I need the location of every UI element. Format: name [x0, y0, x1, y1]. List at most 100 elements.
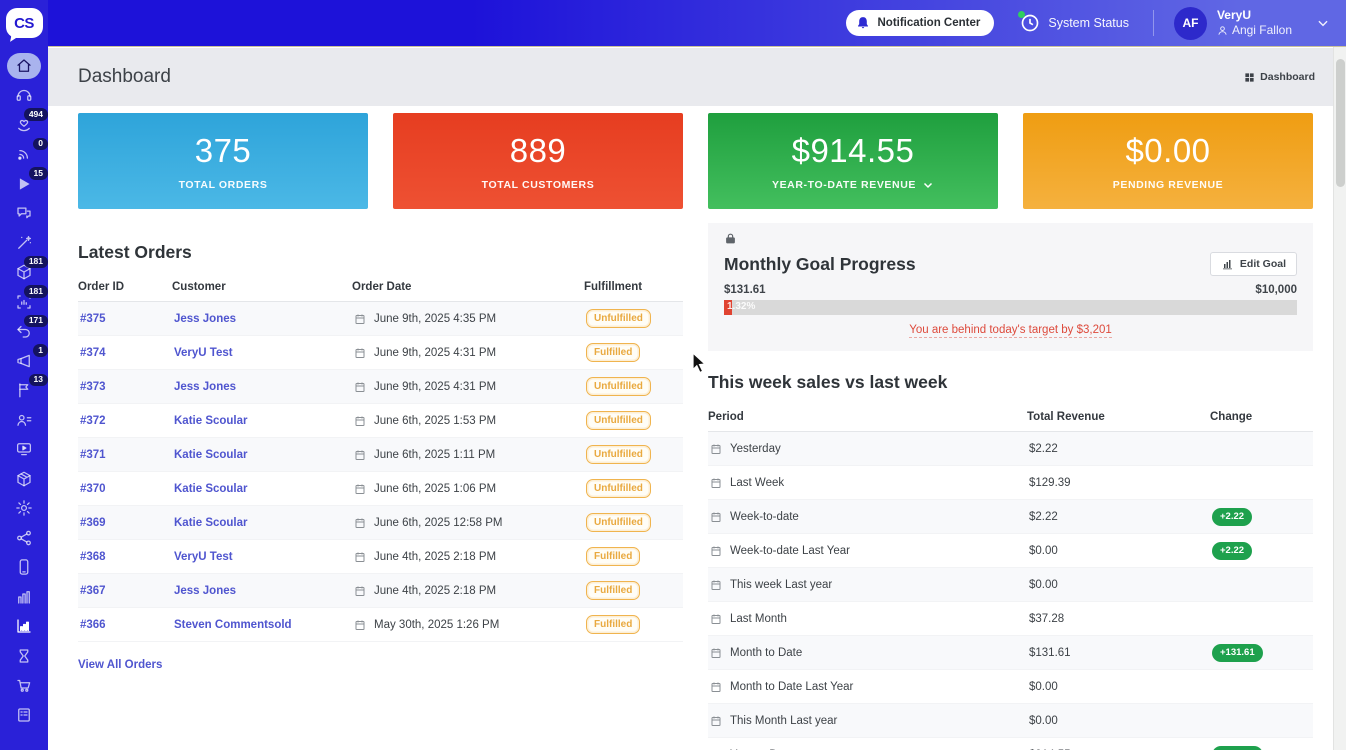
period-label: This week Last year	[730, 579, 832, 591]
order-row: #372Katie ScoularJune 6th, 2025 1:53 PMU…	[78, 404, 683, 438]
stat-value: $0.00	[1125, 132, 1210, 170]
reports-icon	[15, 617, 33, 635]
sidebar-item-waitlist[interactable]	[6, 641, 42, 671]
period-row: Last Week$129.39	[708, 466, 1313, 500]
order-row: #367Jess JonesJune 4th, 2025 2:18 PMFulf…	[78, 574, 683, 608]
order-id-link[interactable]: #368	[80, 551, 106, 563]
sidebar-item-goals[interactable]: 13	[6, 376, 42, 406]
monthly-goal-title: Monthly Goal Progress	[724, 254, 916, 275]
customer-link[interactable]: Katie Scoular	[174, 517, 248, 529]
calendar-icon	[354, 415, 366, 427]
grid-icon	[1244, 72, 1255, 83]
customer-link[interactable]: Steven Commentsold	[174, 619, 292, 631]
page-title: Dashboard	[78, 66, 171, 88]
customer-link[interactable]: Jess Jones	[174, 313, 236, 325]
order-id-link[interactable]: #369	[80, 517, 106, 529]
calendar-icon	[710, 647, 722, 659]
period-label: Yesterday	[730, 443, 781, 455]
chevron-down-icon[interactable]	[1316, 16, 1330, 30]
week-sales-title: This week sales vs last week	[708, 372, 1313, 393]
chevron-down-icon[interactable]	[922, 179, 934, 191]
sidebar-item-home[interactable]	[6, 51, 42, 81]
breadcrumb[interactable]: Dashboard	[1244, 71, 1315, 83]
sidebar-item-messages[interactable]	[6, 199, 42, 229]
mobile-app-icon	[15, 558, 33, 576]
sidebar-badge: 1	[33, 344, 48, 357]
bar-chart-icon	[1221, 258, 1234, 270]
customer-link[interactable]: Jess Jones	[174, 585, 236, 597]
user-name: Angi Fallon	[1232, 23, 1292, 38]
sidebar-item-live[interactable]: 0	[6, 140, 42, 170]
customer-link[interactable]: VeryU Test	[174, 551, 233, 563]
fulfillment-badge: Unfulfilled	[586, 411, 651, 430]
sidebar-item-replays[interactable]: 15	[6, 169, 42, 199]
period-revenue: $2.22	[1027, 511, 1210, 523]
customer-link[interactable]: Katie Scoular	[174, 415, 248, 427]
order-id-link[interactable]: #372	[80, 415, 106, 427]
order-id-link[interactable]: #375	[80, 313, 106, 325]
order-row: #374VeryU TestJune 9th, 2025 4:31 PMFulf…	[78, 336, 683, 370]
order-id-link[interactable]: #370	[80, 483, 106, 495]
sidebar-item-returns[interactable]: 171	[6, 317, 42, 347]
customer-link[interactable]: Katie Scoular	[174, 449, 248, 461]
stat-label: TOTAL CUSTOMERS	[482, 179, 595, 191]
sidebar-item-analytics[interactable]	[6, 582, 42, 612]
sidebar-item-shipping[interactable]	[6, 464, 42, 494]
system-status-button[interactable]: System Status	[1020, 13, 1129, 33]
sidebar-item-products[interactable]: 181	[6, 258, 42, 288]
live-icon	[15, 145, 33, 163]
order-id-link[interactable]: #373	[80, 381, 106, 393]
sidebar-item-media[interactable]	[6, 435, 42, 465]
user-menu[interactable]: AF VeryU Angi Fallon	[1174, 7, 1330, 40]
customer-link[interactable]: Jess Jones	[174, 381, 236, 393]
sidebar-item-invoices[interactable]	[6, 700, 42, 730]
home-icon	[7, 53, 41, 79]
period-row: Month to Date$131.61+131.61	[708, 636, 1313, 670]
order-id-link[interactable]: #366	[80, 619, 106, 631]
goal-target-value: $10,000	[1255, 284, 1297, 296]
page-scrollbar	[1333, 47, 1346, 750]
commentsold-logo[interactable]: CS	[6, 8, 43, 38]
sidebar-item-customers[interactable]	[6, 405, 42, 435]
notification-center-button[interactable]: Notification Center	[846, 10, 994, 36]
sidebar-item-marketing[interactable]: 1	[6, 346, 42, 376]
scrollbar-thumb[interactable]	[1336, 59, 1345, 187]
period-label: Week-to-date Last Year	[730, 545, 850, 557]
period-label: Month to Date Last Year	[730, 681, 853, 693]
sidebar-item-integrations[interactable]	[6, 523, 42, 553]
sidebar-item-support[interactable]	[6, 81, 42, 111]
order-row: #369Katie ScoularJune 6th, 2025 12:58 PM…	[78, 506, 683, 540]
sidebar-item-mobile-app[interactable]	[6, 553, 42, 583]
stat-card-year-to-date-revenue[interactable]: $914.55YEAR-TO-DATE REVENUE	[708, 113, 998, 209]
customer-link[interactable]: Katie Scoular	[174, 483, 248, 495]
sidebar: CS 494015181181171113	[0, 0, 48, 750]
period-row: Year to Date$914.55+914.55	[708, 738, 1313, 750]
sidebar-item-settings[interactable]	[6, 494, 42, 524]
edit-goal-button[interactable]: Edit Goal	[1210, 252, 1297, 276]
order-date: June 6th, 2025 1:11 PM	[374, 449, 495, 461]
order-id-link[interactable]: #371	[80, 449, 106, 461]
calendar-icon	[354, 449, 366, 461]
sidebar-item-engagement[interactable]: 494	[6, 110, 42, 140]
stat-value: 375	[195, 132, 252, 170]
calendar-icon	[710, 545, 722, 557]
bell-icon	[856, 16, 870, 30]
sidebar-item-reports[interactable]	[6, 612, 42, 642]
sidebar-item-cart[interactable]	[6, 671, 42, 701]
calendar-icon	[710, 613, 722, 625]
fulfillment-badge: Unfulfilled	[586, 445, 651, 464]
automations-icon	[15, 234, 33, 252]
sidebar-item-inventory[interactable]: 181	[6, 287, 42, 317]
sidebar-item-automations[interactable]	[6, 228, 42, 258]
period-revenue: $131.61	[1027, 647, 1210, 659]
latest-orders-title: Latest Orders	[78, 242, 683, 263]
sidebar-badge: 494	[24, 108, 48, 121]
period-row: Yesterday$2.22	[708, 432, 1313, 466]
customer-link[interactable]: VeryU Test	[174, 347, 233, 359]
period-revenue: $37.28	[1027, 613, 1210, 625]
view-all-orders-link[interactable]: View All Orders	[78, 659, 162, 671]
order-id-link[interactable]: #367	[80, 585, 106, 597]
order-id-link[interactable]: #374	[80, 347, 106, 359]
customers-icon	[15, 411, 33, 429]
period-label: Week-to-date	[730, 511, 799, 523]
